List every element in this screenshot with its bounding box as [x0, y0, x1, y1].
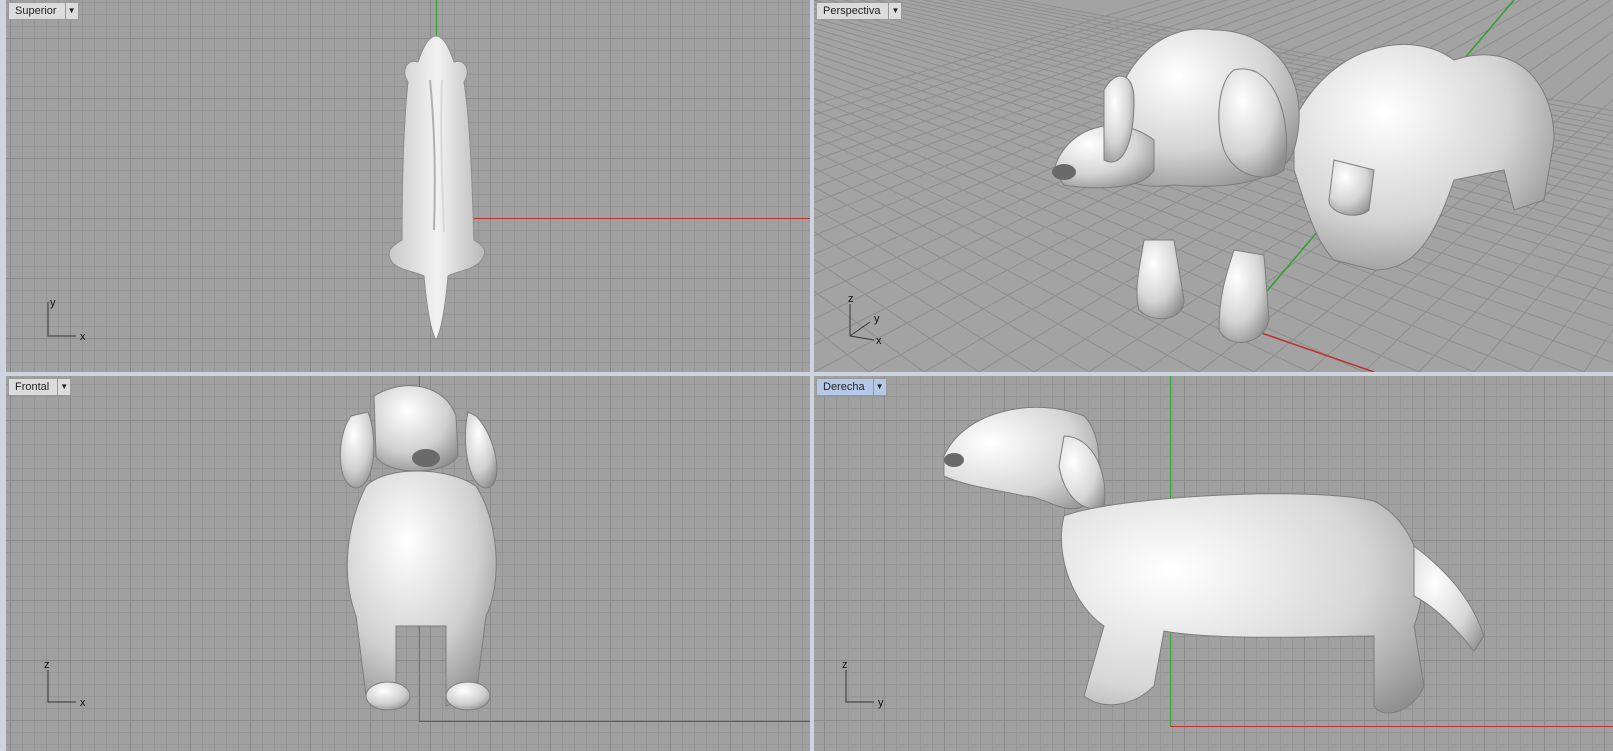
axis-gizmo-front: z x	[44, 659, 86, 709]
viewport-title: Perspectiva	[823, 5, 881, 17]
viewport-label-front[interactable]: Frontal ▼	[8, 378, 72, 396]
perspective-grid	[814, 0, 1613, 372]
grid-line	[1583, 328, 1613, 372]
gizmo-label-z: z	[842, 659, 848, 671]
chevron-down-icon[interactable]: ▼	[64, 3, 78, 19]
chevron-down-icon[interactable]: ▼	[57, 379, 70, 395]
gizmo-label-z: z	[848, 293, 854, 305]
rhino-workspace: Superior ▼ y x Perspectiva ▼ z y x Front…	[0, 0, 1613, 751]
viewport-top[interactable]: Superior ▼ y x	[6, 0, 810, 372]
gizmo-label-x: x	[876, 335, 882, 347]
gizmo-label-y: y	[874, 313, 880, 325]
viewport-right[interactable]: Derecha ▼ z y	[814, 376, 1613, 751]
viewport-splitter-horizontal[interactable]	[0, 372, 1613, 376]
viewport-label-top[interactable]: Superior ▼	[8, 2, 79, 20]
axis-gizmo-perspective: z y x	[848, 293, 882, 347]
viewport-label-right[interactable]: Derecha ▼	[816, 378, 887, 396]
gizmo-label-z: z	[44, 659, 50, 671]
viewport-front[interactable]: Frontal ▼ z x	[6, 376, 810, 751]
viewport-title: Superior	[15, 5, 57, 17]
dog-model-top	[388, 35, 486, 341]
chevron-down-icon[interactable]: ▼	[888, 3, 901, 19]
chevron-down-icon[interactable]: ▼	[872, 379, 886, 395]
gizmo-label-x: x	[80, 697, 86, 709]
viewport-perspective[interactable]: Perspectiva ▼ z y x	[814, 0, 1613, 372]
viewport-title: Frontal	[15, 381, 50, 393]
dog-model-front	[339, 385, 498, 711]
dog-model-right	[943, 406, 1485, 714]
viewport-title: Derecha	[823, 381, 865, 393]
viewport-label-perspective[interactable]: Perspectiva ▼	[816, 2, 903, 20]
gizmo-label-x: x	[80, 331, 86, 343]
viewport-splitter-vertical[interactable]	[810, 0, 814, 751]
axis-gizmo-top: y x	[47, 297, 86, 343]
axis-gizmo-right: z y	[842, 659, 884, 709]
gizmo-label-y: y	[50, 297, 56, 309]
gizmo-label-y: y	[878, 697, 884, 709]
